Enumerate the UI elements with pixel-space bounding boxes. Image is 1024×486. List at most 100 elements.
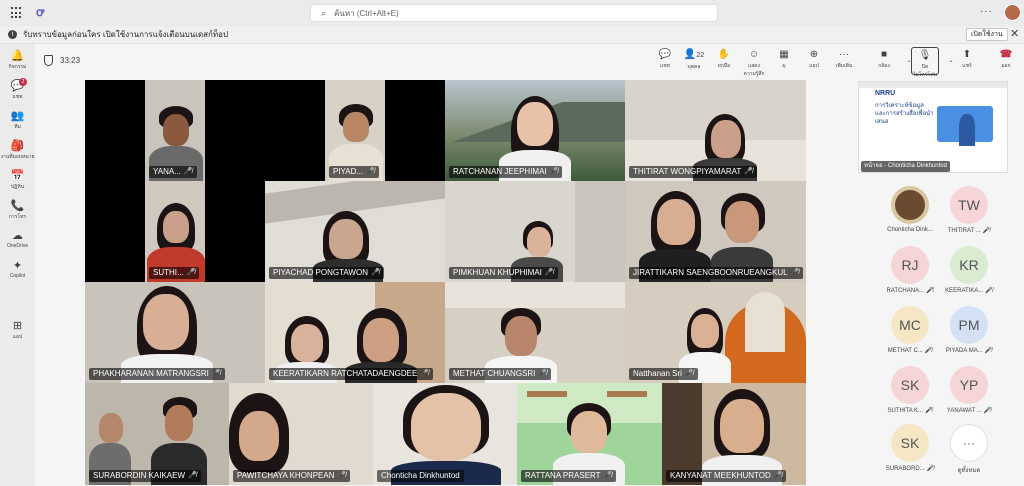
- rail-item-assignments[interactable]: 🎒 งานที่มอบหมาย: [0, 140, 35, 161]
- video-tile[interactable]: PAWITCHAYA KHONPEAN 🎤̸: [229, 383, 373, 485]
- rail-item-calendar[interactable]: 📅 ปฏิทิน: [0, 170, 35, 191]
- video-tile[interactable]: Chonticha Dinkhuntod: [373, 383, 517, 485]
- more-options-icon[interactable]: ···: [980, 6, 993, 17]
- info-icon: i: [8, 30, 17, 39]
- camera-button[interactable]: ■ กล้อง: [872, 48, 896, 70]
- rail-item-teams[interactable]: 👥 ทีม: [0, 110, 35, 131]
- participant-avatar[interactable]: Chonticha Dink...: [880, 186, 940, 233]
- participant-name-label: RATTANA PRASERT 🎤̸: [521, 470, 617, 482]
- rail-item-chat[interactable]: 💬 แชท 2: [0, 78, 35, 101]
- people-count: 22: [696, 52, 705, 59]
- video-tile[interactable]: JIRATTIKARN SAENGBOONRUEANGKUL 🎤̸: [625, 181, 806, 282]
- title-bar: ꝍ ⌕ ค้นหา (Ctrl+Alt+E) ···: [0, 0, 1024, 26]
- unread-badge: 2: [19, 78, 27, 86]
- chat-button[interactable]: 💬 แชท: [653, 48, 677, 70]
- video-tile[interactable]: SURABORDIN KAIKAEW 🎤̸: [85, 383, 229, 485]
- video-tile[interactable]: RATTANA PRASERT 🎤̸: [517, 383, 662, 485]
- video-tile[interactable]: Natthanan Sri 🎤̸: [625, 282, 806, 383]
- mic-muted-icon: 🎤̸: [984, 348, 993, 354]
- app-launcher-icon[interactable]: [11, 7, 23, 19]
- mic-button[interactable]: 🎙 ปิดไมโครโฟน: [911, 47, 939, 78]
- video-tile[interactable]: KEERATIKARN RATCHATADAENGDEE 🎤̸: [265, 282, 445, 383]
- more-icon: ···: [950, 424, 988, 462]
- video-tile[interactable]: PIYACHAD PONGTAWON 🎤̸: [265, 181, 445, 282]
- video-tile[interactable]: RATCHANAN JEEPHIMAI 🎤̸: [445, 80, 625, 181]
- video-tile[interactable]: KANYANAT MEEKHUNTOD 🎤̸: [662, 383, 806, 485]
- participant-name-label: RATCHANAN JEEPHIMAI 🎤̸: [449, 166, 563, 178]
- participant-name-label: SUTHI... 🎤̸: [149, 267, 200, 279]
- share-button[interactable]: ⬆ แชร์: [955, 48, 979, 70]
- mic-muted-icon: 🎤̸: [603, 472, 613, 479]
- shared-screen-thumbnail[interactable]: NRRU การวิเคราะห์ข้อมูล และการสร้างสื่อเ…: [858, 81, 1008, 173]
- react-button[interactable]: ☺ แสดงความรู้สึก: [742, 48, 766, 78]
- participant-avatar[interactable]: PM PIYADA MA... 🎤̸: [939, 306, 999, 354]
- mic-muted-icon: 🎤̸: [982, 228, 991, 234]
- avatar: MC: [891, 306, 929, 344]
- shared-screen-label: หน้าจอ - Chonticha Dinkhuntod: [861, 161, 950, 172]
- mic-muted-icon: 🎤̸: [183, 168, 193, 175]
- mic-muted-icon: 🎤̸: [186, 269, 196, 276]
- calendar-icon: 📅: [10, 170, 25, 182]
- copilot-icon: ✦: [12, 260, 23, 272]
- participant-avatar[interactable]: SK SUTHITA K... 🎤̸: [880, 366, 940, 414]
- camera-icon: ■: [880, 49, 888, 60]
- participant-avatar[interactable]: RJ RATCHANA... 🎤̸: [880, 246, 940, 294]
- mic-muted-icon: 🎤̸: [420, 370, 430, 377]
- view-button[interactable]: ▦ มุ: [772, 48, 796, 70]
- video-tile[interactable]: PIYAD... 🎤̸: [265, 80, 445, 181]
- video-tile[interactable]: METHAT CHUANGSRI 🎤̸: [445, 282, 625, 383]
- shared-screen-subtitle: การวิเคราะห์ข้อมูล และการสร้างสื่อเพื่อน…: [875, 103, 934, 125]
- video-tile[interactable]: SUTHI... 🎤̸: [85, 181, 265, 282]
- participant-name-label: Chonticha Dinkhuntod: [377, 470, 464, 482]
- rail-item-copilot[interactable]: ✦ Copilot: [0, 260, 35, 279]
- participant-name-label: PIYACHAD PONGTAWON 🎤̸: [269, 267, 384, 279]
- participant-avatar[interactable]: SK SURABORD... 🎤̸: [880, 424, 940, 472]
- chat-icon: 💬: [10, 80, 25, 92]
- rail-item-calls[interactable]: 📞 การโทร: [0, 200, 35, 221]
- avatar: SK: [891, 366, 929, 404]
- onedrive-icon: ☁: [12, 230, 23, 242]
- people-button[interactable]: 👤22 บุคคล: [682, 48, 706, 71]
- participant-avatar[interactable]: TW THITIRAT ... 🎤̸: [939, 186, 999, 234]
- rail-item-onedrive[interactable]: ☁ OneDrive: [0, 230, 35, 249]
- assignments-icon: 🎒: [10, 140, 25, 152]
- avatar: RJ: [891, 246, 929, 284]
- mic-muted-icon: 🎤̸: [544, 269, 554, 276]
- leave-button[interactable]: ☎ ออก: [994, 48, 1018, 70]
- user-avatar[interactable]: [1004, 4, 1021, 21]
- mic-muted-icon: 🎤̸: [211, 370, 221, 377]
- apps-button[interactable]: ⊕ แอป: [802, 48, 826, 70]
- share-icon: ⬆: [962, 49, 972, 60]
- enable-notifications-button[interactable]: เปิดใช้งาน: [966, 28, 1008, 41]
- avatar: TW: [950, 186, 988, 224]
- participant-avatar[interactable]: YP YANAWAT ... 🎤̸: [939, 366, 999, 414]
- participant-name-label: YANA... 🎤̸: [149, 166, 197, 178]
- more-button[interactable]: ··· เพิ่มเติม: [832, 48, 856, 70]
- mic-muted-icon: 🎤̸: [924, 348, 933, 354]
- view-all-participants-button[interactable]: ··· ดูทั้งหมด: [939, 424, 999, 475]
- video-tile[interactable]: PIMKHUAN KHUPHIMAI 🎤̸: [445, 181, 625, 282]
- participant-avatar[interactable]: KR KEERATIKA... 🎤̸: [939, 246, 999, 294]
- video-tile[interactable]: YANA... 🎤̸: [85, 80, 265, 181]
- search-input[interactable]: ⌕ ค้นหา (Ctrl+Alt+E): [310, 4, 718, 22]
- rail-item-activity[interactable]: 🔔 กิจกรรม: [0, 50, 35, 71]
- people-icon: 👤22: [683, 49, 705, 60]
- participant-name-label: KEERATIKARN RATCHATADAENGDEE 🎤̸: [269, 368, 434, 380]
- participant-name-label: SURABORDIN KAIKAEW 🎤̸: [89, 470, 201, 482]
- participant-avatar[interactable]: MC METHAT C... 🎤̸: [880, 306, 940, 354]
- mic-muted-icon: 🎤̸: [983, 408, 992, 414]
- mic-muted-icon: 🎤̸: [925, 408, 933, 414]
- shield-icon: [44, 55, 53, 66]
- mic-muted-icon: 🎤̸: [188, 472, 197, 479]
- avatar: PM: [950, 306, 988, 344]
- video-tile[interactable]: THITIRAT WONGPIYAMARAT 🎤̸: [625, 80, 806, 181]
- mic-muted-icon: 🎤̸: [337, 472, 347, 479]
- video-tile[interactable]: PHAKHARANAN MATRANGSRI 🎤̸: [85, 282, 265, 383]
- participant-name-label: KANYANAT MEEKHUNTOD 🎤̸: [666, 470, 787, 482]
- raise-hand-button[interactable]: ✋ ยกมือ: [712, 48, 736, 70]
- rail-item-apps[interactable]: ⊞ แอป: [0, 320, 35, 341]
- hang-up-icon: ☎: [999, 49, 1013, 60]
- close-icon[interactable]: ✕: [1010, 27, 1019, 40]
- mic-muted-icon: 🎤̸: [549, 168, 559, 175]
- mic-muted-icon: 🎤̸: [744, 168, 754, 175]
